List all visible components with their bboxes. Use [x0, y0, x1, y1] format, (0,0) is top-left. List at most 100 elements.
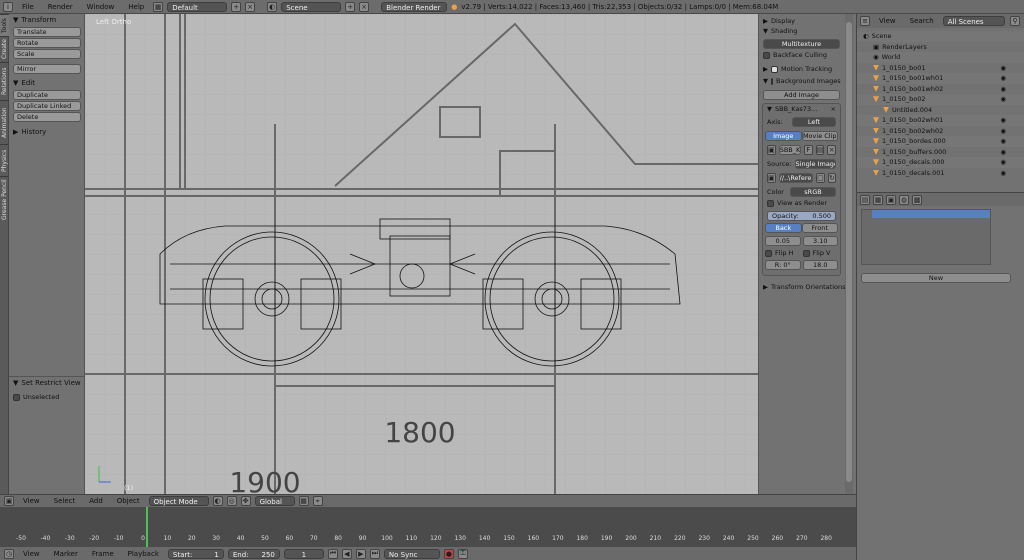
image-datablock-field[interactable]: SBB_K — [778, 145, 801, 155]
rotation-field[interactable]: R: 0° — [765, 260, 801, 270]
edit-panel-header[interactable]: ▼ Edit — [9, 77, 84, 89]
size-field[interactable]: 18.0 — [802, 260, 838, 270]
display-panel-header[interactable]: ▶ Display — [759, 16, 844, 26]
sync-select[interactable]: No Sync — [383, 548, 440, 559]
close-icon[interactable]: × — [831, 105, 836, 113]
add-scene-icon[interactable]: + — [345, 1, 356, 12]
tree-item-renderlayers[interactable]: ▣ RenderLayers — [857, 42, 1024, 53]
menu-help[interactable]: Help — [123, 3, 149, 11]
transform-orientations-header[interactable]: ▶ Transform Orientations — [759, 282, 845, 292]
tab-tools[interactable]: Tools — [0, 14, 9, 36]
new-button[interactable]: New — [861, 273, 1011, 283]
opacity-slider[interactable]: Opacity: 0.500 — [767, 211, 836, 221]
filepath-field[interactable]: //..\Referen... — [778, 173, 814, 183]
render-engine-select[interactable]: Blender Render — [381, 1, 448, 12]
remove-layout-icon[interactable]: × — [245, 1, 256, 12]
tree-item-object[interactable]: 1_0150_bo01 ◉ — [857, 63, 1024, 74]
scrollbar-thumb[interactable] — [846, 22, 852, 482]
open-file-icon[interactable]: ▤ — [815, 145, 825, 155]
tree-item-object[interactable]: 1_0150_bo02wh01 ◉ — [857, 115, 1024, 126]
color-space-select[interactable]: sRGB — [790, 187, 836, 197]
layers-icon[interactable]: ▦ — [298, 496, 309, 506]
material-icon[interactable]: ◍ — [899, 194, 909, 205]
end-frame-field[interactable]: End: 250 — [227, 548, 280, 559]
view-as-render-checkbox[interactable] — [767, 199, 774, 207]
tab-animation[interactable]: Animation — [0, 100, 9, 144]
duplicate-button[interactable]: Duplicate — [13, 90, 81, 100]
keying-set-icon[interactable]: ⚿ — [457, 548, 468, 559]
record-icon[interactable]: ● — [443, 548, 454, 559]
backface-checkbox[interactable] — [763, 51, 770, 59]
jump-start-icon[interactable]: ⏮ — [327, 548, 338, 559]
remove-scene-icon[interactable]: × — [359, 1, 370, 12]
history-panel-header[interactable]: ▶ History — [9, 126, 84, 138]
tree-item-object[interactable]: 1_0150_bordes.000 ◉ — [857, 136, 1024, 147]
back-button[interactable]: Back — [765, 223, 802, 233]
layout-grid-icon[interactable]: ▦ — [153, 1, 164, 12]
unselected-checkbox[interactable] — [13, 393, 20, 401]
outliner-search-menu[interactable]: Search — [905, 17, 939, 25]
orientation-select[interactable]: Global — [254, 496, 295, 506]
menu-playback[interactable]: Playback — [123, 550, 164, 558]
duplicate-linked-button[interactable]: Duplicate Linked — [13, 101, 81, 111]
restrict-view-header[interactable]: ▼ Set Restrict View — [9, 377, 85, 389]
tree-item-object[interactable]: 1_0150_decals.000 ◉ — [857, 157, 1024, 168]
view-as-render-option[interactable]: View as Render — [763, 198, 840, 208]
tree-item-object[interactable]: 1_0150_buffers.000 ◉ — [857, 147, 1024, 158]
texture-slot-list[interactable] — [861, 209, 991, 265]
folder-icon[interactable]: ▢ — [816, 173, 825, 183]
display-mode-select[interactable]: All Scenes — [942, 16, 1005, 26]
motion-tracking-header[interactable]: ▶ Motion Tracking — [759, 64, 844, 74]
translate-button[interactable]: Translate — [13, 27, 81, 37]
outliner-editor-icon[interactable]: ≡ — [860, 16, 870, 26]
manipulator-icon[interactable]: ✥ — [240, 496, 251, 506]
shading-mode-select[interactable]: Multitexture — [763, 39, 840, 49]
unlink-icon[interactable]: × — [827, 145, 837, 155]
screen-layout-field[interactable]: Default — [167, 1, 228, 12]
jump-end-icon[interactable]: ⏭ — [369, 548, 380, 559]
menu-window[interactable]: Window — [82, 3, 120, 11]
tab-relations[interactable]: Relations — [0, 62, 9, 100]
tree-item-object[interactable]: 1_0150_bo01wh02 ◉ — [857, 84, 1024, 95]
current-frame-cursor[interactable] — [146, 507, 148, 547]
timeline[interactable]: -50 -40 -30 -20 -10 0 10 20 30 40 50 60 70 80 90 100 110… — [0, 507, 856, 547]
tree-item-scene[interactable]: ◐ Scene — [857, 31, 1024, 42]
transform-panel-header[interactable]: ▼ Transform — [9, 14, 84, 26]
background-images-checkbox[interactable] — [771, 77, 773, 85]
tab-image[interactable]: Image — [765, 131, 802, 141]
info-editor-icon[interactable]: i — [3, 1, 13, 12]
front-button[interactable]: Front — [801, 223, 838, 233]
start-frame-field[interactable]: Start: 1 — [167, 548, 224, 559]
menu-file[interactable]: File — [17, 3, 39, 11]
eye-icon[interactable]: ◉ — [1000, 64, 1006, 72]
eye-icon[interactable]: ◉ — [1000, 137, 1006, 145]
scale-button[interactable]: Scale — [13, 49, 81, 59]
unselected-option[interactable]: Unselected — [9, 392, 85, 402]
offset-y-field[interactable]: 3.10 — [802, 236, 838, 246]
scene-field[interactable]: Scene — [281, 1, 342, 12]
snap-icon[interactable]: ⌖ — [312, 496, 323, 506]
menu-view[interactable]: View — [18, 497, 45, 505]
rotate-button[interactable]: Rotate — [13, 38, 81, 48]
3d-viewport[interactable]: 1800 1900 — [85, 14, 758, 494]
texture-icon[interactable]: ▣ — [886, 194, 896, 205]
tree-item-object[interactable]: 1_0150_bo02wh02 ◉ — [857, 126, 1024, 137]
tree-item-object[interactable]: 1_0150_decals.001 ◉ — [857, 168, 1024, 179]
eye-icon[interactable]: ◉ — [1000, 158, 1006, 166]
outliner-view-menu[interactable]: View — [874, 17, 901, 25]
filter-icon[interactable]: ▦ — [873, 194, 883, 205]
prev-key-icon[interactable]: ◀ — [341, 548, 352, 559]
search-icon[interactable]: ⚲ — [1010, 16, 1020, 26]
editor-type-icon[interactable]: ▣ — [4, 496, 14, 506]
delete-button[interactable]: Delete — [13, 112, 81, 122]
tab-physics[interactable]: Physics — [0, 144, 9, 176]
eye-icon[interactable]: ◉ — [1000, 95, 1006, 103]
menu-view-timeline[interactable]: View — [18, 550, 45, 558]
flip-h-checkbox[interactable] — [765, 249, 772, 257]
tree-item-object[interactable]: 1_0150_bo02 ◉ — [857, 94, 1024, 105]
mode-select[interactable]: Object Mode — [148, 496, 209, 506]
source-select[interactable]: Single Image — [794, 159, 836, 169]
flip-v-option[interactable]: Flip V — [802, 249, 839, 257]
tab-grease-pencil[interactable]: Grease Pencil — [0, 176, 9, 222]
menu-marker[interactable]: Marker — [49, 550, 83, 558]
